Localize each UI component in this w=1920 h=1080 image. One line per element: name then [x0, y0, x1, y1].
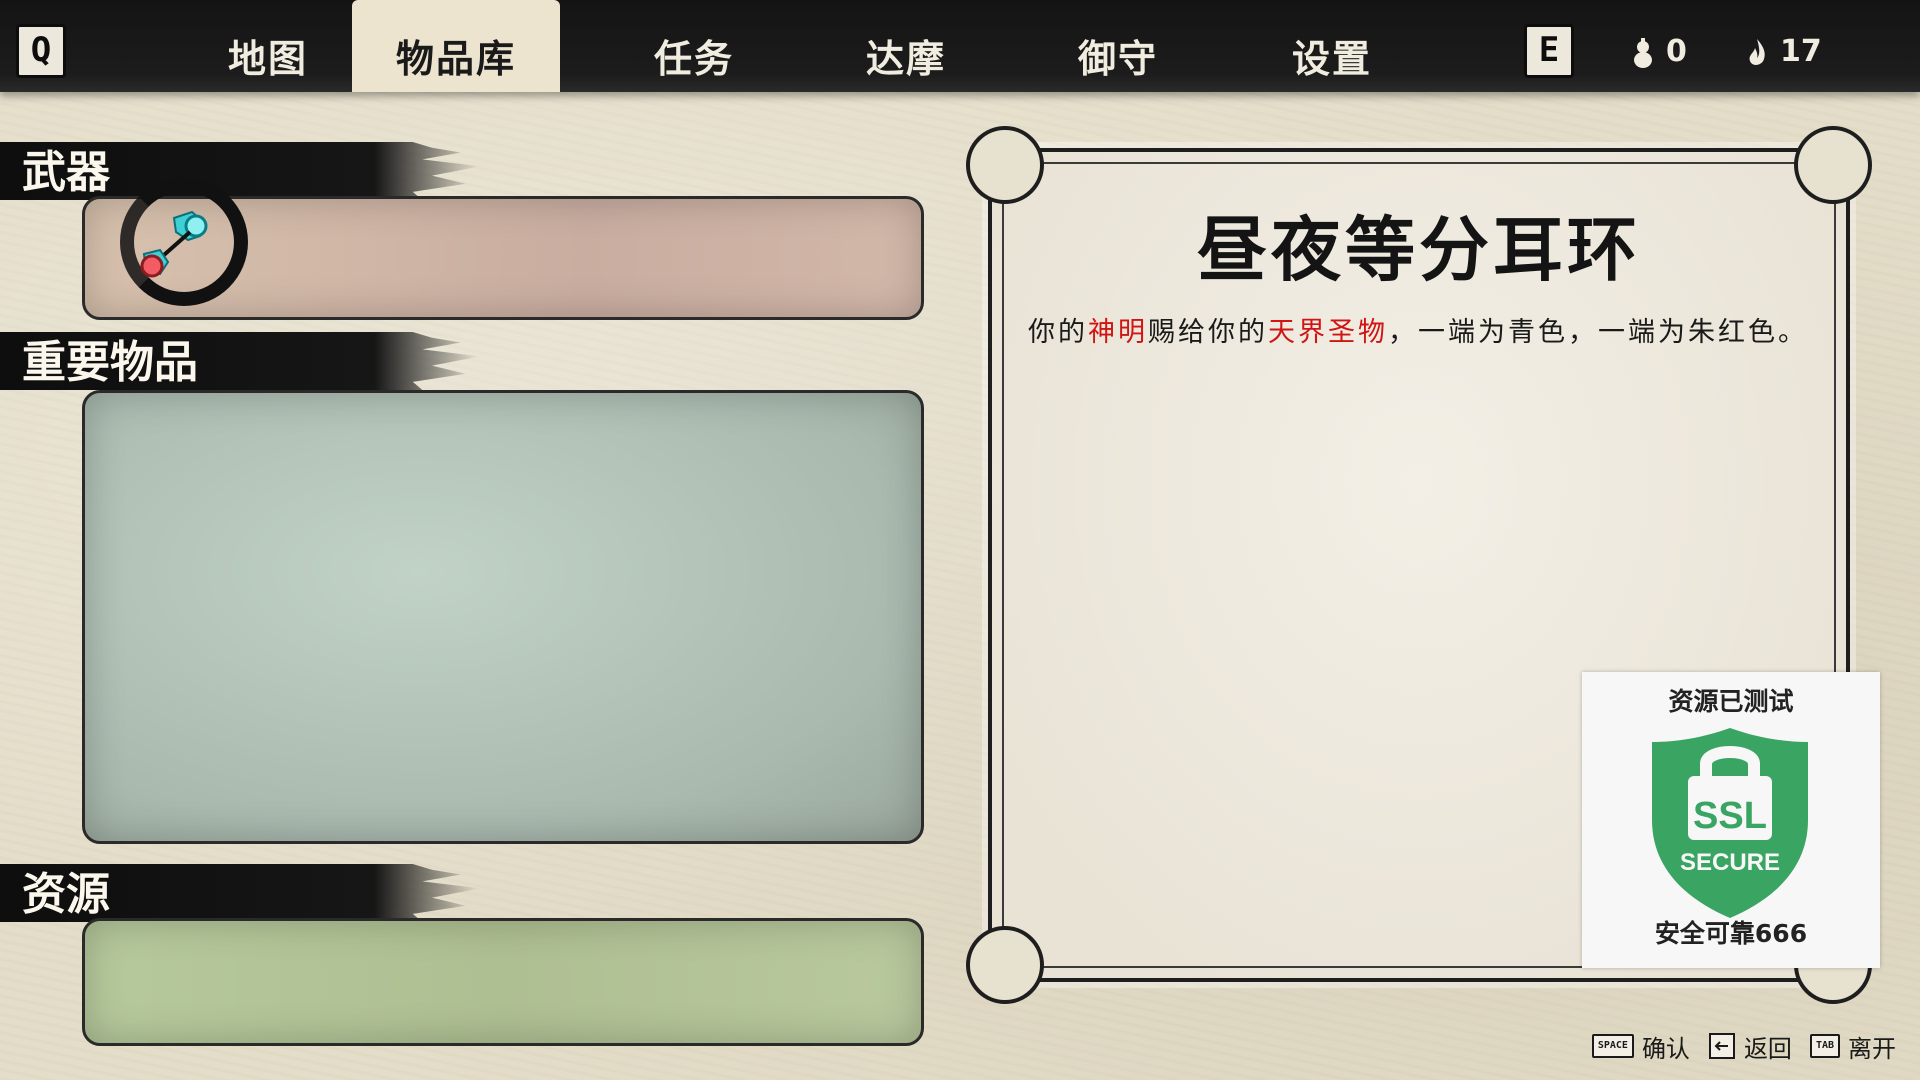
- e-key-prompt[interactable]: E: [1524, 24, 1574, 78]
- gourd-counter: 0: [1630, 34, 1687, 69]
- tab-key-icon: TAB: [1809, 1034, 1840, 1058]
- leave-hint[interactable]: 离开: [1848, 1029, 1896, 1064]
- ssl-shield-text: SSL: [1693, 795, 1767, 837]
- item-description: 你的神明赐给你的天界圣物，一端为青色，一端为朱红色。: [1028, 310, 1826, 349]
- gourd-icon: [1634, 37, 1652, 68]
- tab-map[interactable]: 地图: [164, 0, 372, 92]
- resources-header: 资源: [0, 864, 480, 922]
- equinox-earring-icon[interactable]: [122, 196, 234, 308]
- tab-omamori[interactable]: 御守: [1014, 0, 1222, 92]
- resources-panel: [82, 918, 924, 1046]
- ssl-badge-top-text: 资源已测试: [1668, 687, 1794, 716]
- back-hint[interactable]: 返回: [1744, 1029, 1792, 1064]
- q-key-prompt[interactable]: Q: [16, 24, 66, 78]
- tab-daruma[interactable]: 达摩: [802, 0, 1010, 92]
- cloud-ornament-bottom-left: [966, 926, 1044, 1004]
- tab-quests[interactable]: 任务: [590, 0, 798, 92]
- gourd-count: 0: [1666, 34, 1687, 69]
- flame-icon: [1749, 38, 1765, 65]
- confirm-hint[interactable]: 确认: [1642, 1029, 1690, 1064]
- cloud-ornament-top-left: [966, 126, 1044, 204]
- tab-inventory[interactable]: 物品库: [352, 0, 560, 92]
- ssl-badge-bottom-text: 安全可靠666: [1654, 919, 1808, 948]
- tab-settings[interactable]: 设置: [1228, 0, 1436, 92]
- ssl-shield-icon: SSL SECURE: [1652, 728, 1808, 918]
- top-bar: Q 地图 物品库 任务 达摩 御守 设置 E 0 17: [0, 0, 1920, 92]
- ssl-badge: 资源已测试 SSL SECURE 安全可靠666: [1582, 672, 1880, 968]
- desc-highlight-deity: 神明: [1088, 317, 1148, 348]
- weapons-header: 武器: [0, 142, 480, 200]
- backspace-key-icon: [1708, 1033, 1735, 1059]
- desc-text-2: 赐给你的: [1148, 317, 1268, 348]
- desc-text-3: ，一端为青色，一端为朱红色。: [1388, 317, 1808, 348]
- cloud-ornament-top-right: [1794, 126, 1872, 204]
- space-key-icon: SPACE: [1591, 1034, 1634, 1058]
- desc-highlight-relic: 天界圣物: [1268, 317, 1388, 348]
- key-items-header: 重要物品: [0, 332, 480, 390]
- secure-shield-text: SECURE: [1680, 849, 1780, 876]
- item-title: 昼夜等分耳环: [1197, 209, 1641, 291]
- control-hints: SPACE 确认 返回 TAB 离开: [1591, 1028, 1896, 1064]
- desc-text-1: 你的: [1028, 317, 1088, 348]
- flame-counter: 17: [1744, 34, 1822, 69]
- key-items-panel: [82, 390, 924, 844]
- flame-count: 17: [1780, 34, 1822, 69]
